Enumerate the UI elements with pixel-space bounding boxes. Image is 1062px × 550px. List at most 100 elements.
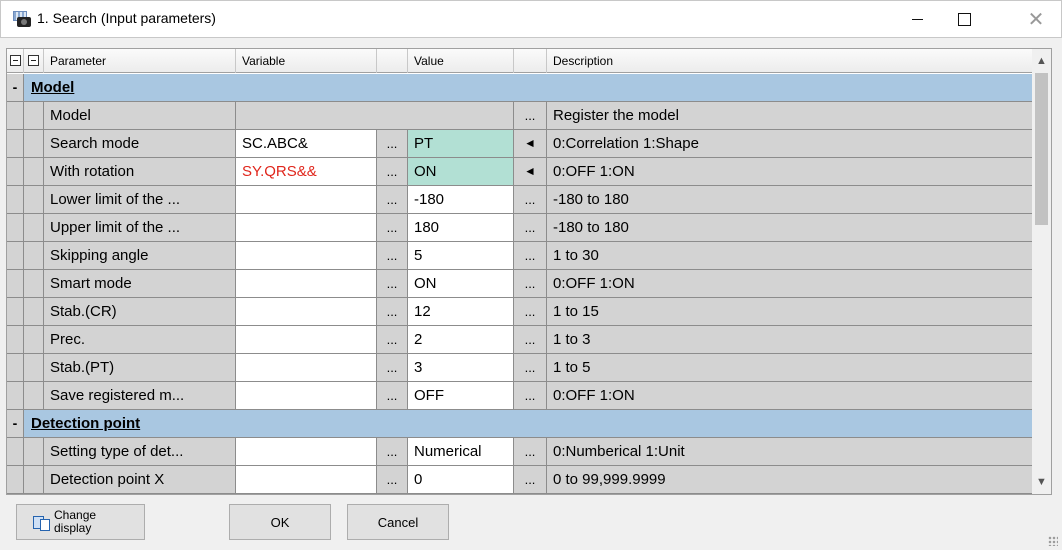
- value-input[interactable]: OFF: [408, 382, 514, 410]
- window-title: 1. Search (Input parameters): [37, 10, 216, 26]
- value-browse-button[interactable]: ...: [514, 270, 547, 298]
- section-header[interactable]: Detection point: [24, 410, 1037, 438]
- variable-browse-button[interactable]: ...: [377, 242, 408, 270]
- value-browse-button[interactable]: ...: [514, 438, 547, 466]
- variable-browse-button[interactable]: ...: [377, 326, 408, 354]
- value-input[interactable]: 3: [408, 354, 514, 382]
- value-browse-button[interactable]: ...: [514, 242, 547, 270]
- cancel-button[interactable]: Cancel: [347, 504, 449, 540]
- parameter-name: Stab.(PT): [44, 354, 236, 382]
- value-input[interactable]: -180: [408, 186, 514, 214]
- close-button[interactable]: ✕: [1013, 1, 1059, 38]
- header-parameter[interactable]: Parameter: [44, 49, 236, 73]
- description-text: 0:OFF 1:ON: [547, 382, 1037, 410]
- variable-browse-button[interactable]: ...: [377, 130, 408, 158]
- description-text: Register the model: [547, 102, 1037, 130]
- variable-browse-button[interactable]: ...: [377, 466, 408, 494]
- resize-grip-icon[interactable]: [1048, 536, 1058, 546]
- collapse-all-cell-2[interactable]: [24, 49, 44, 73]
- variable-input[interactable]: SC.ABC&: [236, 130, 377, 158]
- header-description[interactable]: Description: [547, 49, 1037, 73]
- variable-browse-button[interactable]: ...: [377, 298, 408, 326]
- variable-input[interactable]: [236, 354, 377, 382]
- value-input[interactable]: ON: [408, 270, 514, 298]
- row-gutter: [7, 270, 24, 298]
- table-row: Save registered m...... OFF... 0:OFF 1:ON: [7, 382, 1037, 410]
- variable-browse-button[interactable]: ...: [377, 158, 408, 186]
- collapse-all-icon-2[interactable]: [28, 55, 39, 66]
- parameter-name: Search mode: [44, 130, 236, 158]
- table-row: Smart mode... ON... 0:OFF 1:ON: [7, 270, 1037, 298]
- collapse-all-icon[interactable]: [10, 55, 21, 66]
- collapse-all-cell[interactable]: [7, 49, 24, 73]
- row-gutter: [7, 158, 24, 186]
- value-input[interactable]: 180: [408, 214, 514, 242]
- variable-browse-button[interactable]: ...: [377, 382, 408, 410]
- section-collapse-toggle[interactable]: -: [7, 410, 24, 438]
- grid-header: Parameter Variable Value Description: [7, 49, 1037, 73]
- value-browse-button[interactable]: ...: [514, 354, 547, 382]
- description-text: 0:OFF 1:ON: [547, 158, 1037, 186]
- variable-input[interactable]: [236, 438, 377, 466]
- value-dropdown-arrow-icon[interactable]: ◄: [514, 130, 547, 158]
- vertical-scrollbar[interactable]: ▲ ▼: [1032, 48, 1052, 495]
- value-input[interactable]: PT: [408, 130, 514, 158]
- row-gutter: [7, 354, 24, 382]
- value-input[interactable]: ON: [408, 158, 514, 186]
- value-browse-button[interactable]: ...: [514, 298, 547, 326]
- variable-browse-button[interactable]: ...: [377, 438, 408, 466]
- scroll-down-icon[interactable]: ▼: [1032, 472, 1051, 492]
- table-row: Setting type of det...... Numerical... 0:N…: [7, 438, 1037, 466]
- value-browse-button[interactable]: ...: [514, 466, 547, 494]
- table-row: Search mode SC.ABC&... PT ◄ 0:Correlation 1:…: [7, 130, 1037, 158]
- value-input[interactable]: 0: [408, 466, 514, 494]
- header-variable[interactable]: Variable: [236, 49, 377, 73]
- section-header[interactable]: Model: [24, 74, 1037, 102]
- variable-browse-button[interactable]: ...: [377, 270, 408, 298]
- description-text: -180 to 180: [547, 186, 1037, 214]
- value-browse-button[interactable]: ...: [514, 186, 547, 214]
- header-value[interactable]: Value: [408, 49, 514, 73]
- parameter-name: Stab.(CR): [44, 298, 236, 326]
- variable-input[interactable]: [236, 382, 377, 410]
- variable-browse-button[interactable]: ...: [377, 186, 408, 214]
- maximize-button[interactable]: [941, 1, 987, 38]
- parameter-name: Smart mode: [44, 270, 236, 298]
- row-gutter: [7, 242, 24, 270]
- value-input[interactable]: 12: [408, 298, 514, 326]
- minimize-button[interactable]: [894, 1, 940, 38]
- ok-button[interactable]: OK: [229, 504, 331, 540]
- description-text: 0:OFF 1:ON: [547, 270, 1037, 298]
- row-indent: [24, 466, 44, 494]
- scroll-thumb[interactable]: [1035, 73, 1048, 225]
- model-register-cell: [236, 102, 514, 130]
- value-input[interactable]: 5: [408, 242, 514, 270]
- table-row: Lower limit of the ...... -180... -180 to …: [7, 186, 1037, 214]
- change-display-icon: [33, 514, 50, 531]
- value-input[interactable]: 2: [408, 326, 514, 354]
- value-browse-button[interactable]: ...: [514, 102, 547, 130]
- variable-browse-button[interactable]: ...: [377, 214, 408, 242]
- variable-input[interactable]: [236, 214, 377, 242]
- variable-input[interactable]: [236, 298, 377, 326]
- value-browse-button[interactable]: ...: [514, 326, 547, 354]
- value-browse-button[interactable]: ...: [514, 382, 547, 410]
- section-collapse-toggle[interactable]: -: [7, 74, 24, 102]
- table-row: With rotation SY.QRS&&... ON ◄ 0:OFF 1:ON: [7, 158, 1037, 186]
- variable-input[interactable]: [236, 242, 377, 270]
- variable-input[interactable]: [236, 186, 377, 214]
- variable-input[interactable]: [236, 270, 377, 298]
- description-text: 1 to 15: [547, 298, 1037, 326]
- variable-input[interactable]: SY.QRS&&: [236, 158, 377, 186]
- parameter-name: Lower limit of the ...: [44, 186, 236, 214]
- variable-input[interactable]: [236, 326, 377, 354]
- variable-browse-button[interactable]: ...: [377, 354, 408, 382]
- description-text: 1 to 30: [547, 242, 1037, 270]
- value-input[interactable]: Numerical: [408, 438, 514, 466]
- row-gutter: [7, 326, 24, 354]
- change-display-button[interactable]: Change display: [16, 504, 145, 540]
- value-dropdown-arrow-icon[interactable]: ◄: [514, 158, 547, 186]
- value-browse-button[interactable]: ...: [514, 214, 547, 242]
- scroll-up-icon[interactable]: ▲: [1032, 51, 1051, 71]
- variable-input[interactable]: [236, 466, 377, 494]
